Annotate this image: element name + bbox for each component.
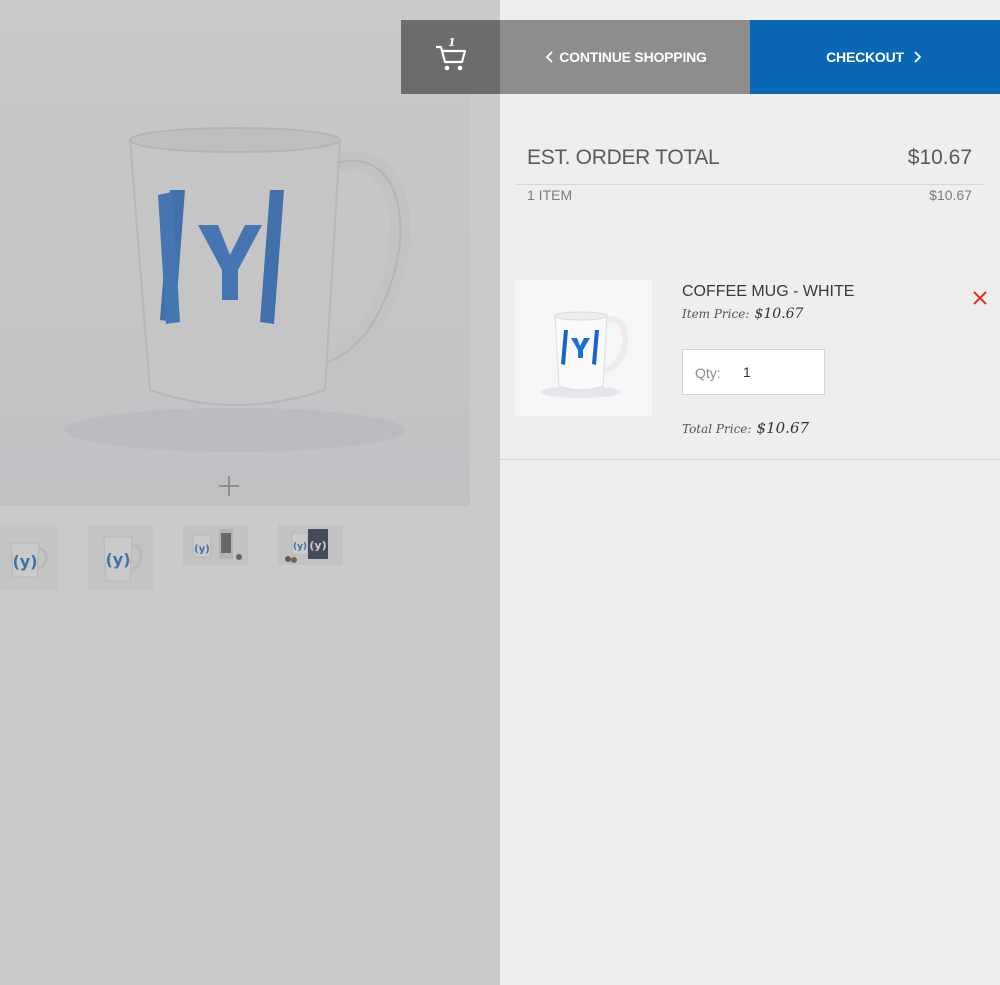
cart-toggle-button[interactable]: 1	[401, 20, 500, 94]
quantity-input[interactable]	[743, 360, 813, 384]
item-count-label: 1 ITEM	[527, 187, 573, 203]
item-price-value: $10.67	[754, 306, 804, 322]
mug-image	[515, 280, 652, 416]
page-dim-overlay[interactable]	[0, 0, 500, 985]
quantity-label: Qty:	[695, 365, 721, 381]
continue-shopping-label: CONTINUE SHOPPING	[559, 49, 707, 65]
quantity-field: Qty:	[682, 349, 825, 395]
cart-count-badge: 1	[448, 36, 456, 49]
item-price-row: Item Price: $10.67	[682, 303, 803, 322]
total-price-row: Total Price: $10.67	[682, 418, 809, 437]
chevron-left-icon	[545, 51, 553, 63]
line-item-image[interactable]	[515, 280, 652, 416]
line-item-divider	[500, 459, 1000, 460]
total-price-value: $10.67	[756, 419, 810, 437]
est-order-total-value: $10.67	[907, 146, 972, 169]
continue-shopping-button[interactable]: CONTINUE SHOPPING	[500, 20, 750, 94]
total-price-label: Total Price:	[682, 422, 752, 436]
est-order-total-label: EST. ORDER TOTAL	[527, 146, 720, 169]
item-price-label: Item Price:	[682, 307, 750, 321]
checkout-label: CHECKOUT	[826, 49, 904, 65]
checkout-button[interactable]: CHECKOUT	[750, 20, 1000, 94]
chevron-right-icon	[914, 51, 922, 63]
item-count-value: $10.67	[929, 187, 972, 203]
line-item-name: COFFEE MUG - WHITE	[682, 283, 855, 300]
summary-divider	[515, 184, 985, 185]
close-icon[interactable]	[972, 290, 988, 306]
